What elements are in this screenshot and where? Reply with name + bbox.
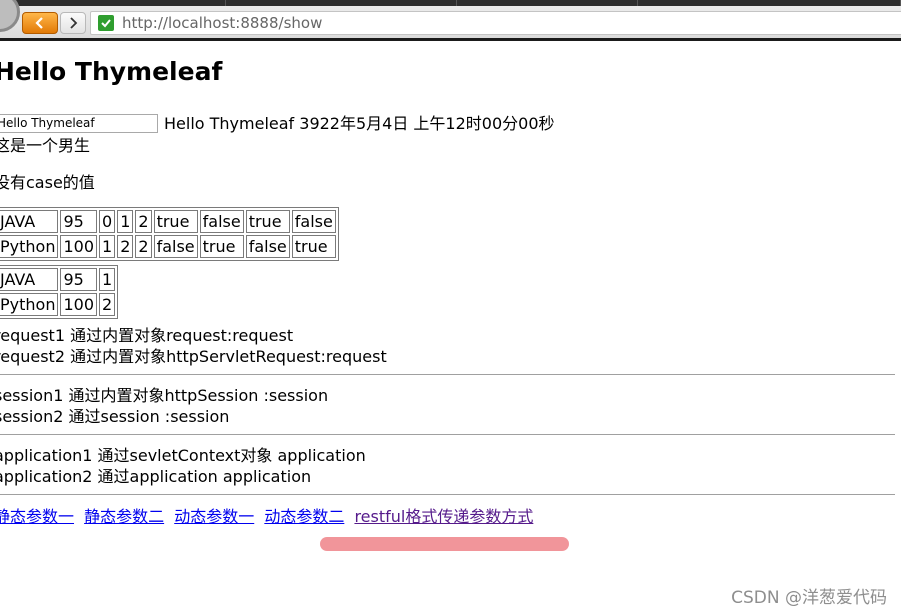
table-cell: 1 [99,268,116,291]
forward-button[interactable] [60,12,86,34]
table-cell: false [199,210,244,233]
table-row: Python 100 2 [0,293,116,316]
table-cell: false [245,235,290,258]
link-restful-params[interactable]: restful格式传递参数方式 [354,507,533,526]
url-text[interactable]: http://localhost:8888/show [122,14,322,32]
table-cell: 100 [60,293,98,316]
table-cell: Python [0,293,59,316]
secure-check-icon [98,15,114,31]
link-dynamic-param-2[interactable]: 动态参数二 [264,507,344,526]
back-button[interactable] [22,12,58,34]
application-line-1: application1 通过sevletContext对象 applicati… [0,446,366,465]
greeting-date-text: Hello Thymeleaf 3922年5月4日 上午12时00分00秒 [164,113,555,133]
chevron-right-icon [70,17,78,29]
divider [0,434,895,435]
case-text: 没有case的值 [0,173,95,192]
table-row: JAVA 95 0 1 2 true false true false [0,210,336,233]
table-cell: 1 [99,235,116,258]
table-cell: Python [0,235,59,258]
table-cell: 0 [99,210,116,233]
watermark-text: CSDN @洋葱爱代码 [731,588,887,608]
session-line-1: session1 通过内置对象httpSession :session [0,386,329,405]
table-cell: 2 [135,210,152,233]
request-line-2: request2 通过内置对象httpServletRequest:reques… [0,347,387,366]
browser-toolbar: http://localhost:8888/show [0,0,901,41]
divider [0,374,895,375]
table-cell: false [153,235,198,258]
table-cell: 100 [60,235,98,258]
link-dynamic-param-1[interactable]: 动态参数一 [174,507,254,526]
link-static-param-1[interactable]: 静态参数一 [0,507,74,526]
chevron-left-icon [35,17,43,29]
greeting-input[interactable] [0,113,158,133]
page-title: Hello Thymeleaf [0,57,223,86]
table-cell: JAVA [0,210,59,233]
application-line-2: application2 通过application application [0,467,312,486]
divider [0,494,895,495]
table-row: JAVA 95 1 [0,268,116,291]
table-cell: true [245,210,290,233]
table-cell: JAVA [0,268,59,291]
input-row: Hello Thymeleaf 3922年5月4日 上午12时00分00秒 [0,112,555,134]
annotation-underline-stroke [320,537,569,551]
browser-logo-icon [0,0,20,32]
table-row: Python 100 1 2 2 false true false true [0,235,336,258]
table-cell: false [291,210,336,233]
score-table-short: JAVA 95 1 Python 100 2 [0,265,119,319]
link-static-param-2[interactable]: 静态参数二 [84,507,164,526]
session-line-2: session2 通过session :session [0,407,230,426]
table-cell: 95 [60,268,98,291]
address-bar[interactable]: http://localhost:8888/show [90,11,901,35]
table-cell: 2 [117,235,134,258]
request-line-1: request1 通过内置对象request:request [0,326,294,345]
table-cell: 1 [117,210,134,233]
gender-text: 这是一个男生 [0,136,91,155]
score-table-full: JAVA 95 0 1 2 true false true false Python 100 1 2 2 f… [0,207,339,261]
table-cell: 2 [99,293,116,316]
table-cell: 95 [60,210,98,233]
parameter-links: 静态参数一 静态参数二 动态参数一 动态参数二 restful格式传递参数方式 [0,506,538,527]
table-cell: true [153,210,198,233]
table-cell: 2 [135,235,152,258]
table-cell: true [291,235,336,258]
table-cell: true [199,235,244,258]
